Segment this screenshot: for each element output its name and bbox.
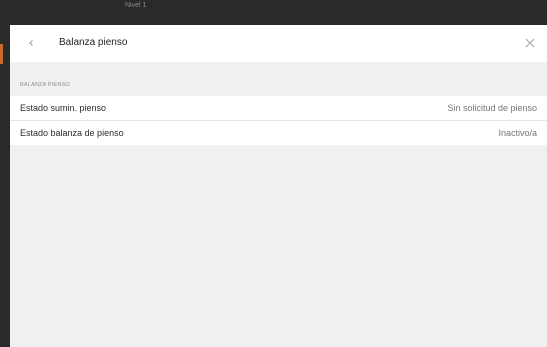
- chevron-left-icon[interactable]: [24, 36, 38, 50]
- dialog-header: Balanza pienso: [10, 25, 547, 62]
- close-icon[interactable]: [523, 36, 537, 50]
- row-value-estado-balanza-pienso: Inactivo/a: [498, 128, 537, 138]
- list-item[interactable]: Estado sumin. pienso Sin solicitud de pi…: [10, 96, 547, 121]
- status-list: Estado sumin. pienso Sin solicitud de pi…: [10, 96, 547, 145]
- row-value-estado-sumin-pienso: Sin solicitud de pienso: [447, 103, 537, 113]
- dialog-title: Balanza pienso: [59, 37, 128, 48]
- background-header-text: Nivel 1: [125, 2, 147, 9]
- sidebar-accent-marker: [0, 44, 3, 64]
- row-label-estado-sumin-pienso: Estado sumin. pienso: [20, 103, 107, 113]
- background-app-sidebar: [0, 0, 10, 347]
- list-item[interactable]: Estado balanza de pienso Inactivo/a: [10, 121, 547, 145]
- row-label-estado-balanza-pienso: Estado balanza de pienso: [20, 128, 124, 138]
- balanza-pienso-dialog: Balanza pienso BALANZA PIENSO Estado sum…: [10, 25, 547, 347]
- background-app-header: Nivel 1: [0, 0, 547, 25]
- section-label: BALANZA PIENSO: [20, 82, 70, 88]
